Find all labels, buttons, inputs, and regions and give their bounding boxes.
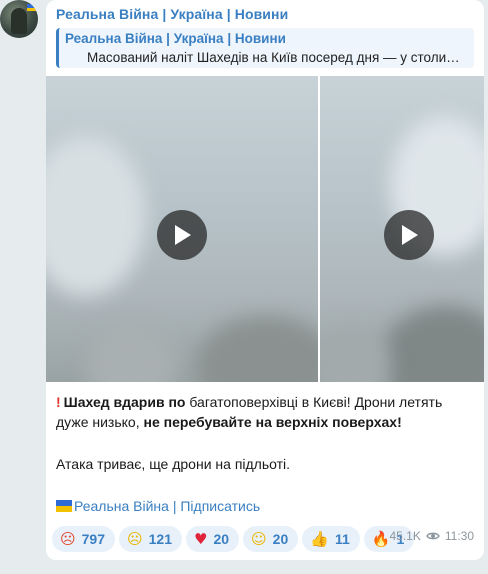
avatar-figure: [11, 8, 27, 34]
reaction-count: 20: [272, 531, 289, 547]
reaction-count: 11: [334, 531, 350, 547]
grinning-face-icon: ☺: [251, 530, 267, 548]
subscribe-link-text[interactable]: Реальна Війна | Підписатись: [74, 498, 260, 514]
reaction-count: 121: [148, 531, 172, 547]
reply-text: Масований наліт Шахедів на Київ посеред …: [87, 50, 460, 65]
subscribe-link[interactable]: Реальна Війна | Підписатись: [56, 498, 260, 514]
video-thumbnail-1[interactable]: [46, 76, 318, 382]
message-text-2: дуже низько,: [56, 414, 144, 430]
message-bold-1: Шахед вдарив по: [63, 394, 186, 410]
reply-quote[interactable]: Реальна Війна | Україна | Новини Масован…: [56, 28, 474, 68]
reaction-heart[interactable]: ♥ 20: [186, 526, 240, 552]
channel-name[interactable]: Реальна Війна | Україна | Новини: [56, 6, 288, 22]
reaction-count: 20: [213, 531, 230, 547]
message-line-1: ! Шахед вдарив по багатоповерхівці в Києв…: [56, 392, 472, 412]
angry-face-icon: ☹: [60, 530, 76, 548]
ukraine-flag-icon: [56, 500, 72, 512]
message-text-1: багатоповерхівці в Києві! Дрони летять: [185, 394, 443, 410]
play-icon: [175, 225, 191, 245]
message-time: 11:30: [444, 529, 474, 543]
reaction-count: 797: [81, 531, 105, 547]
thumbs-up-icon: 👍: [310, 530, 329, 548]
exclamation-icon: !: [56, 394, 61, 410]
message-text: ! Шахед вдарив по багатоповерхівці в Києв…: [56, 392, 472, 474]
view-count: 45.1K: [389, 529, 421, 543]
play-button[interactable]: [384, 210, 434, 260]
reactions-bar: ☹ 797 ☹ 121 ♥ 20 ☺ 20 👍 11 🔥 1: [52, 526, 415, 552]
video-thumbnail-2[interactable]: [320, 76, 484, 382]
play-button[interactable]: [157, 210, 207, 260]
media-group: [46, 76, 484, 382]
fire-icon: 🔥: [371, 530, 391, 548]
heart-icon: ♥: [194, 530, 208, 548]
ukraine-flag-icon: [27, 4, 36, 11]
reaction-grin[interactable]: ☺ 20: [243, 526, 299, 552]
message-bold-2: не перебувайте на верхніх поверхах!: [143, 414, 402, 430]
play-icon: [402, 225, 418, 245]
crying-face-icon: ☹: [127, 530, 143, 548]
reply-title: Реальна Війна | Україна | Новини: [65, 31, 286, 46]
reaction-crying[interactable]: ☹ 121: [119, 526, 182, 552]
message-meta: 45.1K 11:30: [390, 529, 475, 543]
reaction-angry[interactable]: ☹ 797: [52, 526, 115, 552]
message-bubble: Реальна Війна | Україна | Новини Реальна…: [46, 0, 484, 560]
eye-icon: [426, 532, 440, 540]
reaction-thumbs-up[interactable]: 👍 11: [302, 526, 360, 552]
message-line-3: Атака триває, ще дрони на підльоті.: [56, 456, 291, 472]
channel-avatar[interactable]: [0, 0, 38, 38]
message-line-2: дуже низько, не перебувайте на верхніх п…: [56, 412, 472, 432]
